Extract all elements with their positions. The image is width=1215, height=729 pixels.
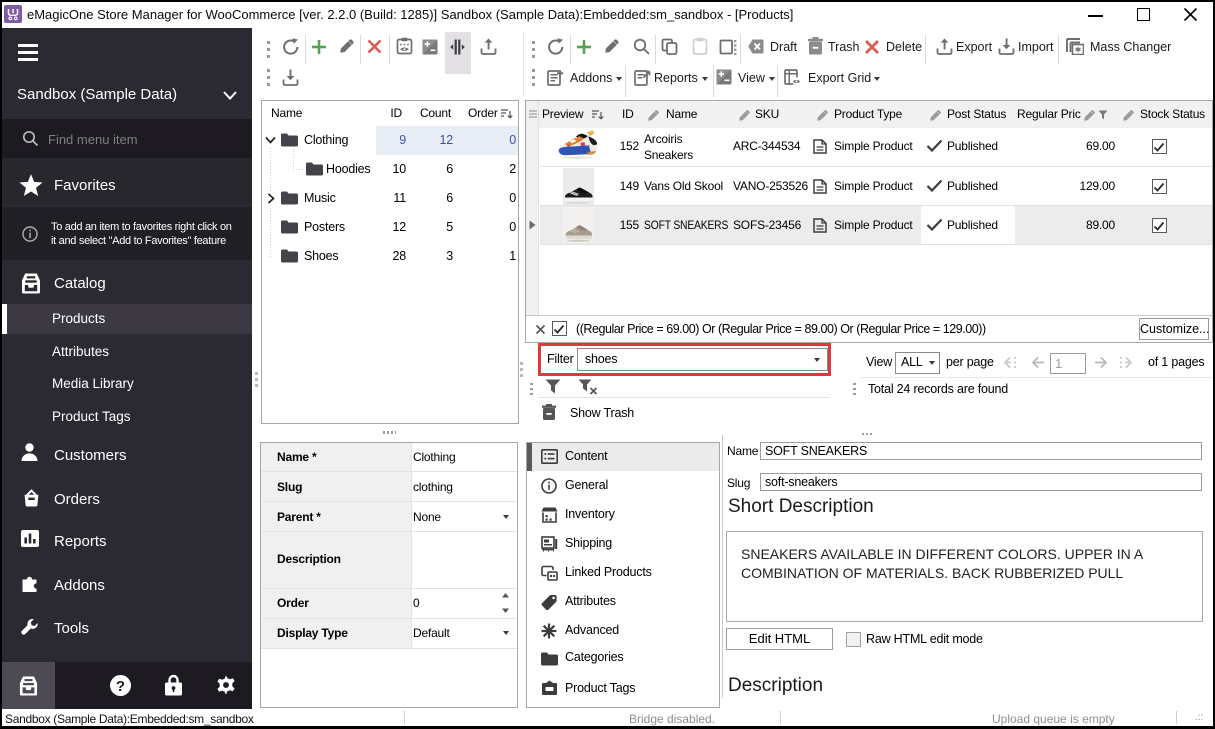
svg-text:?: ? [116, 678, 125, 695]
